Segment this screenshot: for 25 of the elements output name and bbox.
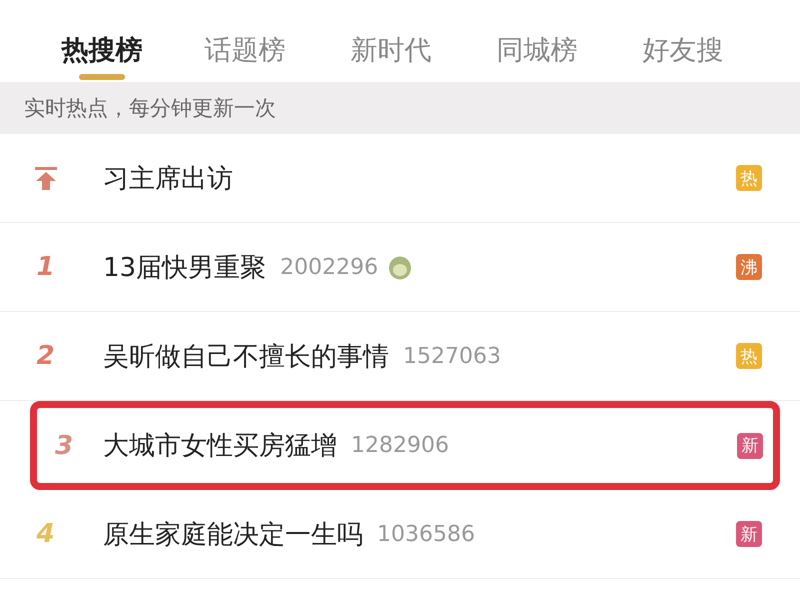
hot-badge: 新 <box>737 432 763 458</box>
search-count: 1036586 <box>377 522 475 546</box>
topic-title[interactable]: 13届快男重聚 <box>103 250 266 284</box>
search-count: 1282906 <box>351 433 449 458</box>
search-count: 2002296 <box>280 254 378 280</box>
update-notice: 实时热点，每分钟更新一次 <box>24 95 276 122</box>
emoji-icon <box>388 254 412 280</box>
tab[interactable]: 新时代 <box>318 32 464 82</box>
topic-title[interactable]: 原生家庭能决定一生吗 <box>103 516 363 552</box>
rank-number: 1 <box>36 252 55 282</box>
tab[interactable]: 同城榜 <box>464 32 610 82</box>
rank-number: 2 <box>36 341 55 371</box>
rank-number: 3 <box>54 430 74 460</box>
hot-badge: 沸 <box>736 254 762 280</box>
tab[interactable]: 好友搜 <box>610 32 756 82</box>
hot-badge: 热 <box>736 343 762 369</box>
topic-title[interactable]: 大城市女性买房猛增 <box>103 428 337 463</box>
topic-title[interactable]: 吴昕做自己不擅长的事情 <box>103 338 389 374</box>
hot-badge: 热 <box>736 165 762 191</box>
rank-number: 4 <box>36 519 55 549</box>
search-count: 1527063 <box>403 344 501 368</box>
hot-badge: 新 <box>736 521 762 547</box>
topic-title[interactable]: 习主席出访 <box>103 160 233 196</box>
tab[interactable]: 热搜榜 <box>32 32 172 82</box>
tab[interactable]: 话题榜 <box>172 32 318 82</box>
